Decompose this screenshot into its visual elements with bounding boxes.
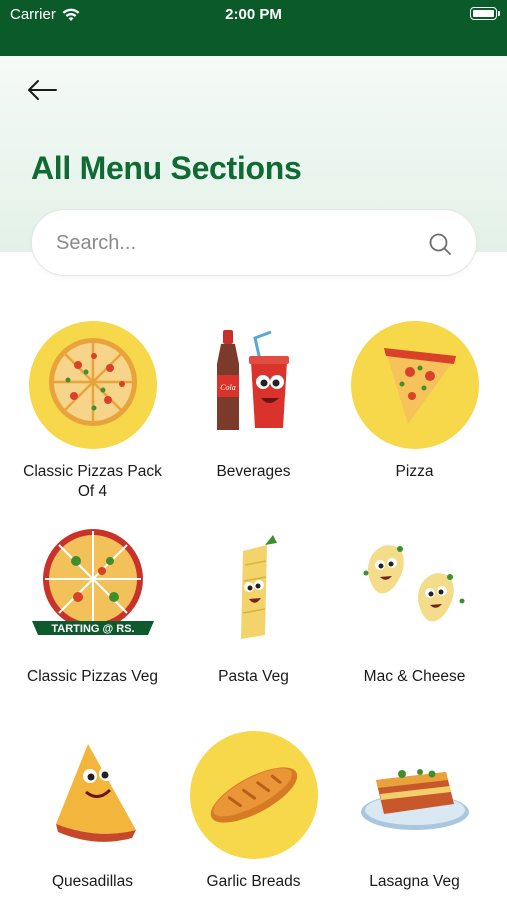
- category-label: Mac & Cheese: [363, 668, 466, 685]
- search-bar[interactable]: [31, 209, 477, 276]
- category-label: Garlic Breads: [206, 873, 301, 890]
- category-tile-garlic-breads[interactable]: Garlic Breads: [173, 710, 334, 900]
- category-tile-pasta-veg[interactable]: Pasta Veg: [173, 505, 334, 705]
- back-button[interactable]: [22, 74, 62, 106]
- category-label: Pasta Veg: [218, 668, 289, 685]
- macaroni-icon: [363, 545, 465, 622]
- arrow-left-icon: [28, 80, 57, 100]
- category-label: Classic Pizzas Pack Of 4: [23, 463, 162, 500]
- category-tile-beverages[interactable]: Cola Beverages: [173, 300, 334, 500]
- category-label: Classic Pizzas Veg: [27, 668, 158, 685]
- pizza-slice-icon: [351, 321, 479, 449]
- battery-icon: [470, 7, 500, 20]
- category-tile-classic-pizzas-pack[interactable]: Classic Pizzas Pack Of 4: [12, 300, 173, 500]
- category-tile-quesadillas[interactable]: Quesadillas: [12, 710, 173, 900]
- lasagna-icon: [361, 769, 469, 830]
- category-tile-pizza[interactable]: Pizza: [334, 300, 495, 500]
- status-bar: Carrier 2:00 PM: [0, 0, 507, 56]
- category-tile-classic-pizzas-veg[interactable]: TARTING @ RS. Classic Pizzas Veg: [12, 505, 173, 705]
- category-label: Beverages: [216, 463, 291, 480]
- cola-drinks-icon: Cola: [217, 330, 289, 430]
- category-tile-mac-cheese[interactable]: Mac & Cheese: [334, 505, 495, 705]
- category-tile-lasagna-veg[interactable]: Lasagna Veg: [334, 710, 495, 900]
- pizza-whole-icon: [29, 321, 157, 449]
- search-icon[interactable]: [428, 232, 452, 256]
- category-label: Lasagna Veg: [369, 873, 460, 890]
- quesadilla-icon: [56, 744, 136, 842]
- pizza-banner-icon: TARTING @ RS.: [32, 529, 154, 635]
- banner-text: TARTING @ RS.: [51, 623, 134, 635]
- search-input[interactable]: [56, 228, 416, 258]
- status-time: 2:00 PM: [225, 6, 282, 23]
- category-label: Pizza: [395, 463, 434, 480]
- category-label: Quesadillas: [52, 873, 133, 890]
- svg-text:Cola: Cola: [220, 383, 236, 392]
- garlic-bread-icon: [190, 731, 318, 859]
- penne-pasta-icon: [241, 535, 277, 639]
- page-title: All Menu Sections: [31, 150, 302, 186]
